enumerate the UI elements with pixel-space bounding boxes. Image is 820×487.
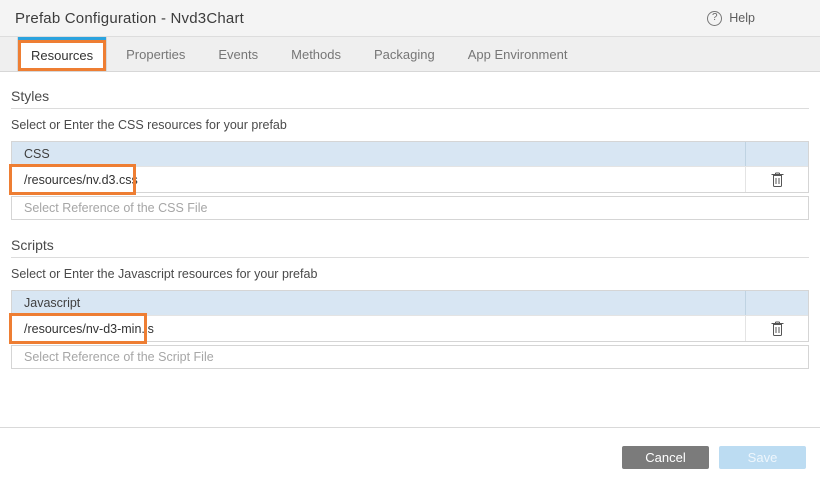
tab-app-environment[interactable]: App Environment <box>455 37 581 71</box>
trash-icon <box>771 321 784 336</box>
save-button[interactable]: Save <box>719 446 806 469</box>
script-file-select-input[interactable]: Select Reference of the Script File <box>11 345 809 369</box>
cancel-button[interactable]: Cancel <box>622 446 709 469</box>
script-table-header-row: Javascript <box>12 291 808 315</box>
delete-css-resource-button[interactable] <box>745 167 808 192</box>
table-row: /resources/nv.d3.css <box>12 166 808 192</box>
tab-properties[interactable]: Properties <box>113 37 198 71</box>
footer-divider <box>0 427 820 428</box>
tab-methods[interactable]: Methods <box>278 37 354 71</box>
tab-bar: Resources Properties Events Methods Pack… <box>0 37 820 72</box>
script-resources-table: Javascript /resources/nv-d3-min.js <box>11 290 809 342</box>
table-row: /resources/nv-d3-min.js <box>12 315 808 341</box>
tab-events[interactable]: Events <box>205 37 271 71</box>
scripts-section-description: Select or Enter the Javascript resources… <box>11 267 809 281</box>
css-resources-table: CSS /resources/nv.d3.css <box>11 141 809 193</box>
css-file-select-input[interactable]: Select Reference of the CSS File <box>11 196 809 220</box>
delete-script-resource-button[interactable] <box>745 316 808 341</box>
css-resource-value[interactable]: /resources/nv.d3.css <box>12 173 745 187</box>
page-title: Prefab Configuration - Nvd3Chart <box>15 10 244 27</box>
trash-icon <box>771 172 784 187</box>
css-action-column-header <box>745 142 808 166</box>
dialog-header: Prefab Configuration - Nvd3Chart ? Help <box>0 0 820 37</box>
help-label: Help <box>729 11 755 25</box>
footer-actions: Cancel Save <box>622 446 806 469</box>
css-table-header-row: CSS <box>12 142 808 166</box>
css-column-header: CSS <box>12 147 745 161</box>
styles-section-heading: Styles <box>11 88 809 109</box>
script-action-column-header <box>745 291 808 315</box>
scripts-section-heading: Scripts <box>11 237 809 258</box>
tab-resources[interactable]: Resources <box>18 37 106 71</box>
help-icon: ? <box>707 11 722 26</box>
tab-packaging[interactable]: Packaging <box>361 37 448 71</box>
script-resource-value[interactable]: /resources/nv-d3-min.js <box>12 322 745 336</box>
styles-section-description: Select or Enter the CSS resources for yo… <box>11 118 809 132</box>
javascript-column-header: Javascript <box>12 296 745 310</box>
help-link[interactable]: ? Help <box>707 11 755 26</box>
